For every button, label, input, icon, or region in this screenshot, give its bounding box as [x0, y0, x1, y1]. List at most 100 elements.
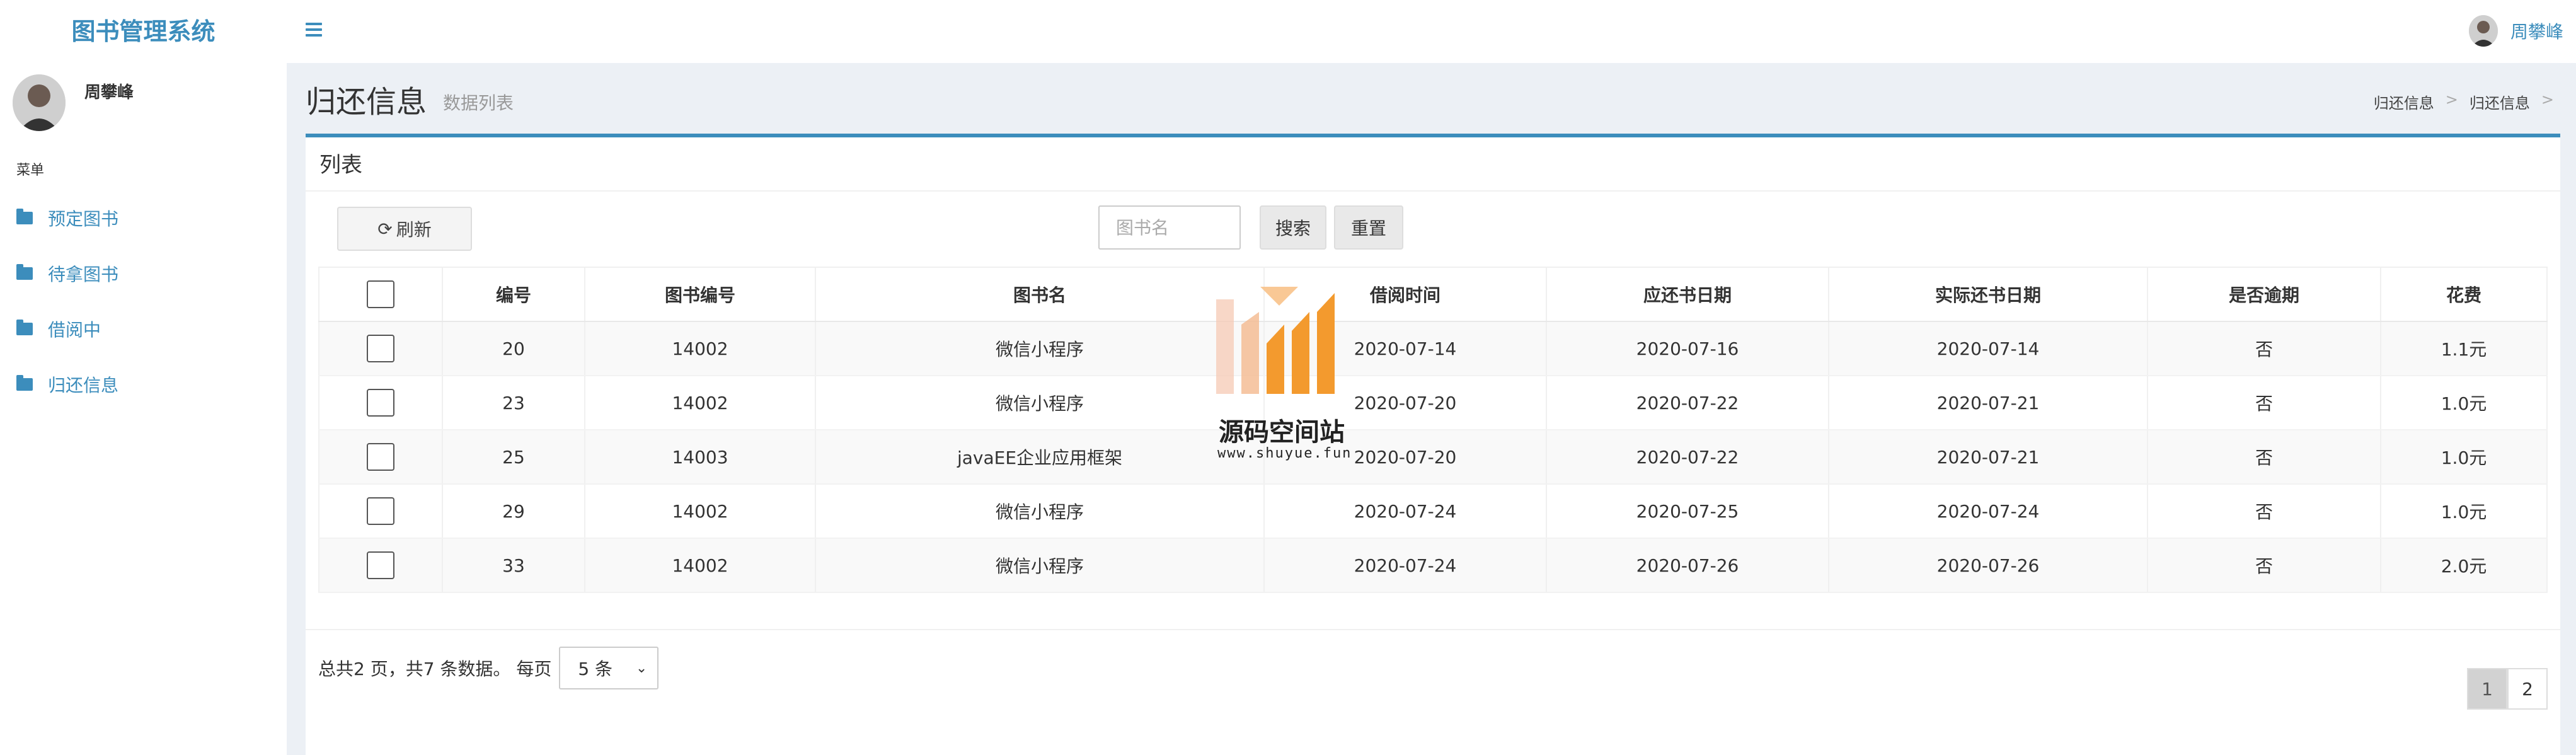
refresh-label: 刷新: [396, 219, 432, 240]
data-table: 编号 图书编号 图书名 借阅时间 应还书日期 实际还书日期 是否逾期 花费 20…: [318, 267, 2548, 593]
table-header-row: 编号 图书编号 图书名 借阅时间 应还书日期 实际还书日期 是否逾期 花费: [318, 267, 2548, 322]
content-header: 归还信息 数据列表 归还信息 > 归还信息 >: [306, 69, 2560, 126]
column-header: 是否逾期: [2148, 267, 2381, 322]
table-cell: 2.0元: [2381, 538, 2548, 593]
table-cell: 否: [2148, 376, 2381, 430]
table-cell: 2020-07-21: [1829, 430, 2148, 485]
sidebar-username: 周攀峰: [84, 83, 134, 102]
sidebar: 图书管理系统 周攀峰 菜单 预定图书 待拿图书 借阅中 归还信息: [0, 0, 287, 755]
page-button-2[interactable]: 2: [2507, 668, 2548, 710]
row-checkbox[interactable]: [367, 389, 394, 417]
table-row[interactable]: 20 14002 微信小程序 2020-07-14 2020-07-16 202…: [318, 321, 2548, 376]
sidebar-avatar: [13, 74, 66, 131]
watermark-url: www.shuyue.fun: [1217, 446, 1352, 461]
row-select-cell: [318, 430, 443, 485]
breadcrumb-item[interactable]: 归还信息: [2374, 91, 2434, 113]
table-cell: 14002: [585, 321, 816, 376]
table-cell: 微信小程序: [815, 538, 1265, 593]
table-cell: 2020-07-22: [1546, 430, 1829, 485]
hamburger-menu-icon[interactable]: [306, 23, 322, 37]
top-username: 周攀峰: [2510, 21, 2563, 42]
divider: [306, 190, 2560, 192]
row-checkbox[interactable]: [367, 335, 394, 362]
select-all-cell: [318, 267, 443, 322]
folder-icon: [16, 209, 33, 224]
row-select-cell: [318, 321, 443, 376]
table-row[interactable]: 29 14002 微信小程序 2020-07-24 2020-07-25 202…: [318, 484, 2548, 539]
sidebar-item-return-info[interactable]: 归还信息: [16, 366, 118, 403]
app-title[interactable]: 图书管理系统: [0, 0, 287, 63]
row-checkbox[interactable]: [367, 497, 394, 525]
row-checkbox[interactable]: [367, 551, 394, 579]
row-checkbox[interactable]: [367, 443, 394, 471]
menu-header: 菜单: [16, 163, 45, 178]
avatar: [2468, 15, 2498, 47]
page-button-1[interactable]: 1: [2467, 668, 2507, 710]
list-box: 列表 ⟳ 刷新 搜索 重置 编号 图书编号 图书名 借阅时间 应还书日期 实际还…: [306, 134, 2560, 755]
divider: [306, 629, 2560, 630]
table-cell: 2020-07-21: [1829, 376, 2148, 430]
pagination: 1 2: [2467, 668, 2548, 710]
sidebar-item-reserve-books[interactable]: 预定图书: [16, 199, 118, 237]
breadcrumb-separator: >: [2445, 91, 2458, 108]
user-menu[interactable]: 周攀峰: [2468, 15, 2563, 47]
table-cell: 25: [442, 430, 585, 485]
breadcrumb-separator: >: [2541, 91, 2554, 108]
table-cell: 2020-07-24: [1829, 484, 2148, 539]
page-size-select[interactable]: 5 条 ⌄: [559, 647, 659, 689]
select-all-checkbox[interactable]: [367, 280, 394, 308]
column-header: 编号: [442, 267, 585, 322]
box-title: 列表: [319, 153, 362, 178]
page-title: 归还信息: [306, 84, 427, 120]
page-subtitle: 数据列表: [443, 93, 514, 113]
table-cell: 29: [442, 484, 585, 539]
watermark-text: 源码空间站: [1219, 418, 1345, 447]
page-size-value: 5 条: [578, 659, 613, 679]
sidebar-item-label: 待拿图书: [48, 264, 119, 285]
table-cell: 2020-07-22: [1546, 376, 1829, 430]
pagination-summary: 总共2 页，共7 条数据。 每页: [318, 659, 552, 679]
table-cell: 否: [2148, 430, 2381, 485]
table-cell: 2020-07-24: [1264, 484, 1547, 539]
table-cell: 20: [442, 321, 585, 376]
search-input[interactable]: [1098, 205, 1241, 250]
table-cell: javaEE企业应用框架: [815, 430, 1265, 485]
reset-button[interactable]: 重置: [1334, 205, 1403, 250]
table-cell: 14002: [585, 376, 816, 430]
table-cell: 14002: [585, 538, 816, 593]
table-row[interactable]: 33 14002 微信小程序 2020-07-24 2020-07-26 202…: [318, 538, 2548, 593]
column-header: 图书名: [815, 267, 1265, 322]
breadcrumb: 归还信息 > 归还信息 >: [2374, 91, 2554, 113]
table-cell: 2020-07-24: [1264, 538, 1547, 593]
table-cell: 23: [442, 376, 585, 430]
table-cell: 1.1元: [2381, 321, 2548, 376]
breadcrumb-item[interactable]: 归还信息: [2470, 91, 2530, 113]
sidebar-item-borrowing[interactable]: 借阅中: [16, 310, 101, 348]
column-header: 实际还书日期: [1829, 267, 2148, 322]
table-cell: 微信小程序: [815, 376, 1265, 430]
table-row[interactable]: 23 14002 微信小程序 2020-07-20 2020-07-22 202…: [318, 376, 2548, 430]
table-cell: 否: [2148, 538, 2381, 593]
table-cell: 1.0元: [2381, 430, 2548, 485]
column-header: 应还书日期: [1546, 267, 1829, 322]
table-cell: 1.0元: [2381, 376, 2548, 430]
row-select-cell: [318, 538, 443, 593]
search-button[interactable]: 搜索: [1260, 205, 1326, 250]
column-header: 花费: [2381, 267, 2548, 322]
watermark-logo-icon: [1216, 287, 1335, 394]
sidebar-item-label: 预定图书: [48, 209, 119, 229]
table-cell: 14002: [585, 484, 816, 539]
folder-icon: [16, 264, 33, 280]
sidebar-item-pickup-books[interactable]: 待拿图书: [16, 255, 118, 292]
table-cell: 33: [442, 538, 585, 593]
chevron-down-icon: ⌄: [635, 660, 648, 676]
table-cell: 1.0元: [2381, 484, 2548, 539]
table-row[interactable]: 25 14003 javaEE企业应用框架 2020-07-20 2020-07…: [318, 430, 2548, 485]
sidebar-item-label: 借阅中: [48, 320, 101, 340]
refresh-button[interactable]: ⟳ 刷新: [337, 207, 472, 251]
folder-icon: [16, 320, 33, 335]
table-cell: 否: [2148, 484, 2381, 539]
table-cell: 14003: [585, 430, 816, 485]
table-cell: 2020-07-26: [1546, 538, 1829, 593]
table-cell: 2020-07-25: [1546, 484, 1829, 539]
